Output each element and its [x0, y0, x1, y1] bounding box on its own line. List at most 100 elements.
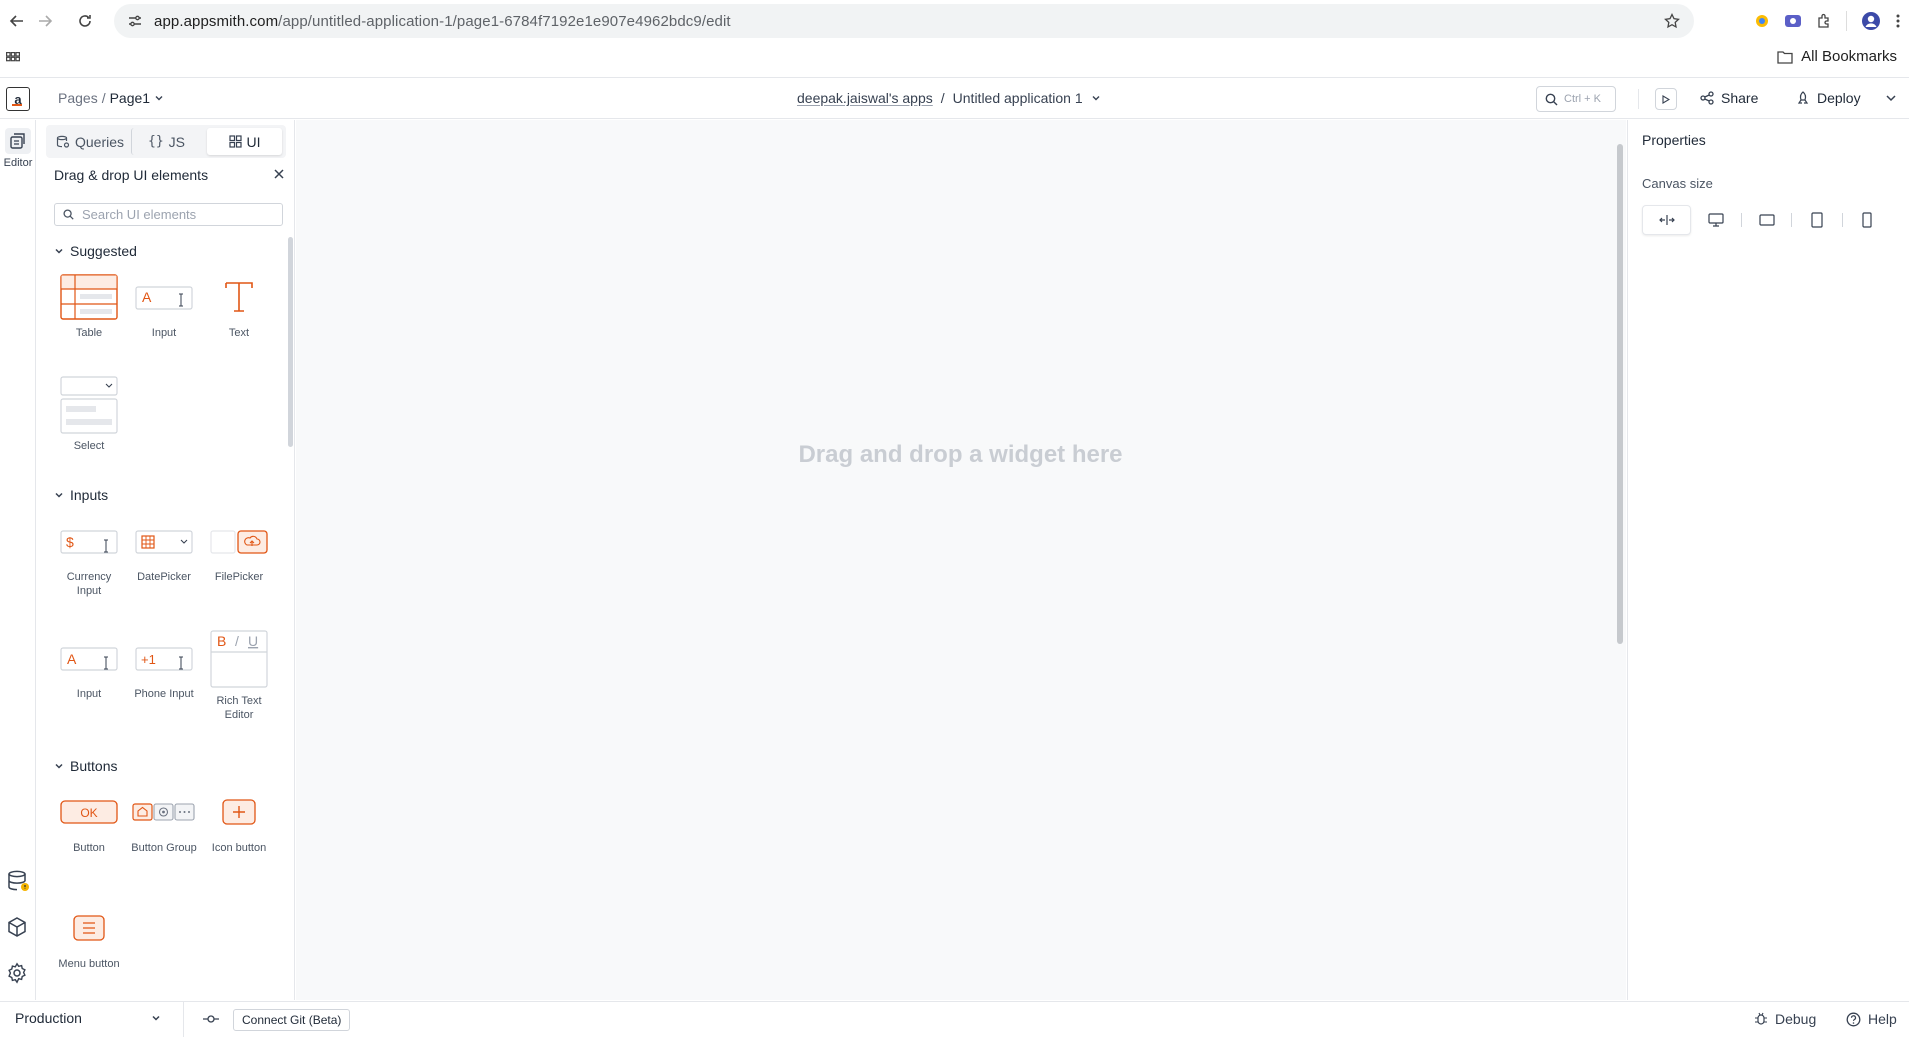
extension-colorful-icon[interactable] — [1754, 13, 1770, 29]
appsmith-logo[interactable]: a — [6, 87, 30, 111]
widget-input[interactable]: A Input — [128, 272, 200, 340]
deploy-options-chevron-icon[interactable] — [1884, 91, 1898, 105]
debug-button[interactable]: Debug — [1754, 1011, 1816, 1027]
environment-select[interactable]: Production — [15, 1010, 161, 1026]
connect-git-button[interactable]: Connect Git (Beta) — [233, 1009, 351, 1031]
widget-icon-button[interactable]: Icon button — [203, 787, 275, 855]
widget-rich-text-editor-label: Rich Text Editor — [216, 695, 262, 721]
widget-button-label: Button — [73, 842, 105, 854]
datepicker-widget-icon — [135, 526, 193, 556]
help-button[interactable]: Help — [1846, 1011, 1897, 1027]
canvas-size-fluid[interactable] — [1642, 205, 1692, 235]
input-widget-icon: A — [135, 282, 193, 312]
svg-text:+1: +1 — [141, 652, 156, 667]
widget-phone-input-label: Phone Input — [134, 688, 194, 700]
toolbar-divider — [1846, 11, 1847, 31]
share-button[interactable]: Share — [1700, 90, 1758, 106]
svg-text:$: $ — [66, 534, 74, 550]
widget-input-2[interactable]: A Input — [53, 633, 125, 701]
current-page-selector[interactable]: Page1 — [110, 90, 150, 106]
bug-icon — [1754, 1012, 1768, 1026]
properties-panel: Properties Canvas size — [1627, 120, 1909, 1000]
widget-select[interactable]: Select — [53, 375, 125, 453]
section-suggested-label: Suggested — [70, 243, 137, 259]
canvas-size-tablet-portrait[interactable] — [1792, 205, 1841, 235]
chevron-down-icon — [54, 761, 64, 771]
app-title: deepak.jaiswal's apps / Untitled applica… — [797, 90, 1101, 106]
chevron-down-icon[interactable] — [1091, 93, 1101, 103]
widget-table[interactable]: Table — [53, 272, 125, 340]
arrow-left-icon — [9, 13, 25, 29]
site-settings-icon[interactable] — [128, 14, 142, 28]
deploy-button[interactable]: Deploy — [1796, 90, 1861, 106]
widget-rich-text-editor[interactable]: B / U Rich Text Editor — [203, 628, 275, 722]
svg-text:A: A — [67, 651, 77, 667]
properties-title: Properties — [1642, 132, 1706, 148]
button-group-widget-icon — [132, 802, 196, 822]
tab-queries-label: Queries — [74, 133, 125, 150]
widget-input-2-label: Input — [76, 688, 102, 700]
explorer-scrollbar[interactable] — [288, 237, 293, 447]
icon-button-widget-icon — [222, 799, 256, 825]
svg-text:OK: OK — [80, 806, 97, 820]
widget-currency-input[interactable]: $ Currency Input — [53, 516, 125, 598]
canvas-size-tablet-landscape[interactable] — [1742, 205, 1791, 235]
all-bookmarks-label: All Bookmarks — [1801, 48, 1897, 65]
packages-cube-icon[interactable] — [6, 916, 28, 938]
browser-extensions — [1754, 4, 1901, 38]
profile-avatar-icon[interactable] — [1861, 11, 1881, 31]
widgets-list: Suggested Table A Input Text Select Inpu… — [37, 235, 287, 1000]
rich-text-editor-widget-icon: B / U — [210, 630, 268, 688]
tab-queries[interactable]: Queries — [49, 128, 131, 155]
rail-editor-label: Editor — [3, 157, 33, 169]
extension-record-icon[interactable] — [1784, 13, 1802, 29]
settings-gear-icon[interactable] — [6, 962, 28, 984]
canvas-size-desktop[interactable] — [1691, 205, 1740, 235]
chevron-down-icon — [151, 1013, 161, 1023]
canvas-size-mobile[interactable] — [1843, 205, 1892, 235]
widget-input-label: Input — [151, 327, 177, 339]
widget-datepicker[interactable]: DatePicker — [128, 516, 200, 584]
pages-link[interactable]: Pages — [58, 90, 98, 106]
bottom-bar: Production Connect Git (Beta) Debug Help — [0, 1001, 1909, 1037]
tab-ui[interactable]: UI — [207, 128, 282, 155]
canvas-scrollbar[interactable] — [1617, 144, 1623, 644]
address-bar[interactable]: app.appsmith.com/app/untitled-applicatio… — [114, 4, 1694, 38]
app-name[interactable]: Untitled application 1 — [953, 90, 1083, 106]
reload-button[interactable] — [68, 4, 102, 38]
widget-phone-input[interactable]: +1 Phone Input — [128, 633, 200, 701]
widget-text[interactable]: Text — [203, 272, 275, 340]
omnibar-search-button[interactable]: Ctrl + K — [1536, 86, 1616, 112]
chevron-down-icon[interactable] — [154, 93, 164, 103]
braces-icon: {} — [148, 134, 164, 149]
close-icon[interactable] — [273, 168, 285, 180]
bookmark-star-icon[interactable] — [1664, 13, 1680, 29]
apps-grid-icon[interactable] — [6, 52, 20, 66]
section-inputs[interactable]: Inputs — [54, 487, 108, 503]
widget-button-group[interactable]: Button Group — [128, 787, 200, 855]
widget-button[interactable]: OK Button — [53, 787, 125, 855]
browser-menu-icon[interactable] — [1895, 13, 1901, 29]
section-suggested[interactable]: Suggested — [54, 243, 137, 259]
search-shortcut: Ctrl + K — [1564, 93, 1601, 105]
widget-button-group-label: Button Group — [131, 842, 197, 854]
widget-menu-button[interactable]: Menu button — [53, 903, 125, 971]
help-label: Help — [1868, 1011, 1897, 1027]
title-separator: / — [940, 90, 945, 106]
widget-filepicker[interactable]: FilePicker — [203, 516, 275, 584]
search-ui-elements-input[interactable]: Search UI elements — [54, 203, 283, 226]
main-canvas-dropzone[interactable]: Drag and drop a widget here — [304, 136, 1617, 1000]
header-divider — [1638, 89, 1639, 109]
preview-button[interactable] — [1655, 88, 1677, 110]
tab-js[interactable]: {} JS — [131, 128, 201, 155]
rail-editor-button[interactable]: Editor — [0, 128, 36, 169]
datasources-icon[interactable] — [6, 869, 30, 893]
workspace-link[interactable]: deepak.jaiswal's apps — [797, 90, 933, 106]
queries-icon — [56, 135, 70, 149]
app-header: a Pages / Page1 deepak.jaiswal's apps / … — [0, 79, 1909, 119]
section-buttons[interactable]: Buttons — [54, 758, 117, 774]
extensions-puzzle-icon[interactable] — [1816, 13, 1832, 29]
fluid-width-icon — [1658, 213, 1675, 227]
all-bookmarks-button[interactable]: All Bookmarks — [1777, 48, 1897, 65]
forward-button[interactable] — [28, 4, 62, 38]
